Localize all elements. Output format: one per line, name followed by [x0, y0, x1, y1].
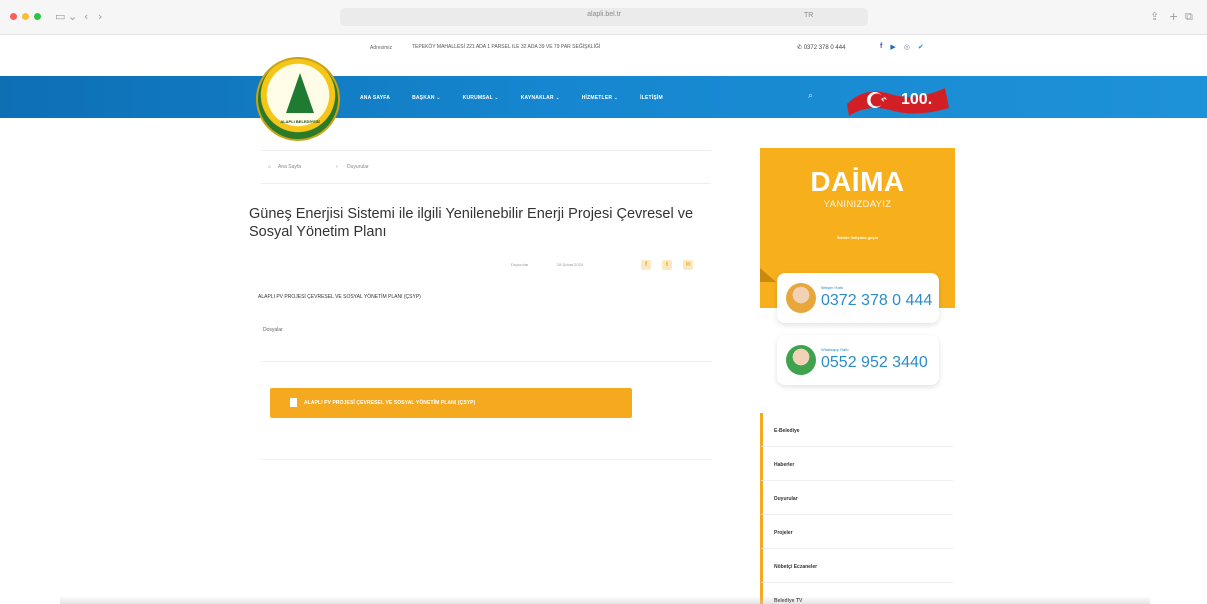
youtube-icon[interactable]: ▶: [890, 43, 895, 51]
share-email-icon[interactable]: ✉: [683, 260, 693, 270]
forward-icon[interactable]: ›: [98, 8, 102, 26]
sidebar-item-news[interactable]: Haberler: [760, 447, 953, 481]
sidebar-menu: E-Belediye Haberler Duyurular Projeler N…: [760, 413, 953, 604]
sidebar-item-e-belediye[interactable]: E-Belediye: [760, 413, 953, 447]
page-title: Güneş Enerjisi Sistemi ile ilgili Yenile…: [249, 206, 694, 240]
nav-item-corporate[interactable]: KURUMSAL ⌄: [463, 95, 499, 101]
share-facebook-icon[interactable]: f: [641, 260, 651, 270]
breadcrumb-current[interactable]: Duyurular: [347, 164, 369, 170]
nav-item-services[interactable]: HİZMETLER ⌄: [582, 95, 618, 101]
banner-title: DAİMA: [810, 166, 905, 197]
share-icon[interactable]: ⇪: [1150, 8, 1159, 26]
files-section-label: Dosyalar: [260, 326, 712, 362]
article-subtitle: ALAPLI PV PROJESİ ÇEVRESEL VE SOSYAL YÖN…: [258, 294, 421, 300]
breadcrumb-separator: ›: [336, 164, 338, 170]
sidebar-item-pharmacies[interactable]: Nöbetçi Eczaneler: [760, 549, 953, 583]
sidebar-icon[interactable]: ▭: [55, 8, 65, 26]
banner-cta[interactable]: Sizinle iletişime geçin: [760, 235, 955, 240]
back-icon[interactable]: ‹: [84, 8, 88, 26]
files-label: Dosyalar: [263, 327, 283, 333]
card-label: Whatsapp Hattı: [821, 347, 849, 352]
logo-text: ALAPLI BELEDİYESİ: [280, 119, 320, 124]
search-icon[interactable]: ⌕: [808, 90, 813, 101]
tabs-icon[interactable]: ⧉: [1185, 8, 1193, 26]
card-phone-number: 0372 378 0 444: [821, 292, 933, 309]
card-phone-number: 0552 952 3440: [821, 354, 928, 371]
address-bar[interactable]: alapli.bel.tr: [340, 8, 868, 26]
social-links: f ▶ ◎ ✔: [880, 43, 924, 51]
home-icon[interactable]: ⌂: [268, 164, 271, 170]
divider: [260, 459, 712, 460]
file-icon: [290, 398, 297, 407]
instagram-icon[interactable]: ◎: [904, 43, 910, 51]
close-window-button[interactable]: [10, 13, 17, 20]
window-controls: [10, 13, 41, 20]
phone-contact-card[interactable]: İletişim Hattı 0372 378 0 444: [777, 273, 939, 323]
article-category[interactable]: Duyurular: [511, 262, 528, 267]
nav-item-resources[interactable]: KAYNAKLAR ⌄: [521, 95, 560, 101]
url-text: alapli.bel.tr: [587, 11, 621, 18]
whatsapp-contact-card[interactable]: Whatsapp Hattı 0552 952 3440: [777, 335, 939, 385]
chevron-down-icon[interactable]: ⌄: [68, 8, 77, 26]
address-label: Adresimiz: [370, 45, 392, 51]
avatar: [786, 345, 816, 375]
tree-icon: [286, 73, 314, 113]
main-nav: ANA SAYFA BAŞKAN ⌄ KURUMSAL ⌄ KAYNAKLAR …: [0, 76, 1207, 118]
minimize-window-button[interactable]: [22, 13, 29, 20]
breadcrumb-home[interactable]: Ana Sayfa: [278, 164, 301, 170]
nav-item-contact[interactable]: İLETİŞİM: [640, 95, 663, 101]
browser-toolbar: ▭ ⌄ ‹ › alapli.bel.tr TR ⇪ + ⧉: [0, 0, 1207, 35]
translate-indicator[interactable]: TR: [804, 12, 813, 19]
document-button-label: ALAPLI PV PROJESİ ÇEVRESEL VE SOSYAL YÖN…: [304, 400, 476, 406]
nav-item-home[interactable]: ANA SAYFA: [360, 95, 390, 101]
phone-icon: ✆: [797, 45, 804, 51]
nav-item-mayor[interactable]: BAŞKAN ⌄: [412, 95, 441, 101]
twitter-icon[interactable]: ✔: [918, 43, 924, 51]
sidebar-item-projects[interactable]: Projeler: [760, 515, 953, 549]
breadcrumb: ⌂ Ana Sayfa › Duyurular: [261, 150, 711, 184]
scroll-shadow: [60, 596, 1150, 604]
zoom-window-button[interactable]: [34, 13, 41, 20]
card-label: İletişim Hattı: [821, 285, 844, 290]
top-phone[interactable]: ✆ 0372 378 0 444: [797, 44, 845, 51]
document-download-button[interactable]: ALAPLI PV PROJESİ ÇEVRESEL VE SOSYAL YÖN…: [270, 388, 632, 418]
avatar: [786, 283, 816, 313]
sidebar-item-announcements[interactable]: Duyurular: [760, 481, 953, 515]
municipality-logo[interactable]: ALAPLI BELEDİYESİ: [256, 57, 340, 141]
centennial-badge-text: 100.: [901, 91, 932, 108]
plus-icon[interactable]: +: [1169, 8, 1178, 26]
banner-subtitle: YANINIZDAYIZ: [823, 199, 892, 210]
top-phone-number: 0372 378 0 444: [803, 45, 846, 51]
share-twitter-icon[interactable]: t: [662, 260, 672, 270]
banner-notch: [760, 268, 776, 282]
address-text: TEPEKÖY MAHALLESİ 221 ADA 1 PARSEL ILE 3…: [412, 44, 601, 50]
article-date: 28 Şubat 2024: [557, 262, 584, 267]
top-info-bar: Adresimiz TEPEKÖY MAHALLESİ 221 ADA 1 PA…: [0, 35, 1207, 76]
turkish-flag-100-icon: 100.: [847, 88, 949, 116]
facebook-icon[interactable]: f: [880, 43, 882, 51]
